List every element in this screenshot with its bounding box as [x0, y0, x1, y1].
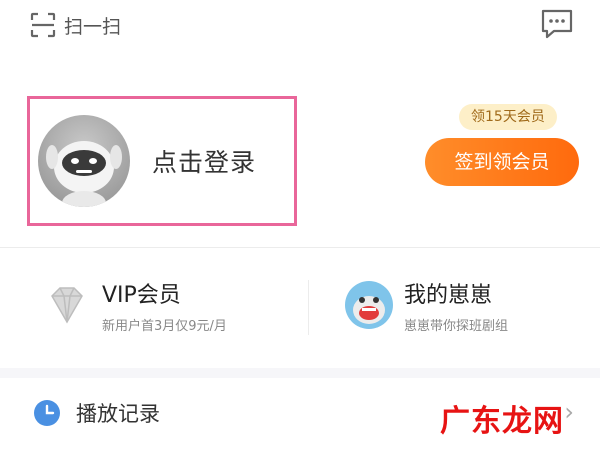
huihui-title: 我的崽崽	[404, 282, 493, 308]
login-label: 点击登录	[152, 148, 257, 177]
scan-icon	[30, 12, 56, 38]
vip-title: VIP会员	[102, 282, 181, 308]
mascot-icon	[345, 281, 393, 329]
watermark: 广东龙网	[440, 404, 564, 439]
vip-subtitle: 新用户首3月仅9元/月	[102, 318, 227, 334]
vip-card[interactable]: VIP会员 新用户首3月仅9元/月	[42, 270, 297, 340]
vip-tip-badge: 领15天会员	[459, 104, 557, 130]
message-icon[interactable]	[540, 8, 574, 40]
clock-icon	[34, 400, 60, 426]
card-divider	[308, 280, 309, 335]
play-history-label: 播放记录	[76, 402, 160, 426]
scan-button[interactable]: 扫一扫	[30, 10, 121, 40]
login-area[interactable]: 点击登录	[27, 96, 297, 226]
huihui-card[interactable]: 我的崽崽 崽崽带你探班剧组	[344, 270, 584, 340]
scan-label: 扫一扫	[64, 15, 122, 38]
diamond-icon	[51, 287, 83, 324]
section-gap	[0, 368, 600, 378]
divider	[0, 247, 600, 248]
robot-avatar[interactable]	[38, 115, 130, 207]
huihui-subtitle: 崽崽带你探班剧组	[404, 318, 509, 334]
sign-in-vip-button[interactable]: 签到领会员	[425, 138, 579, 186]
chevron-right-icon: ›	[564, 398, 574, 426]
